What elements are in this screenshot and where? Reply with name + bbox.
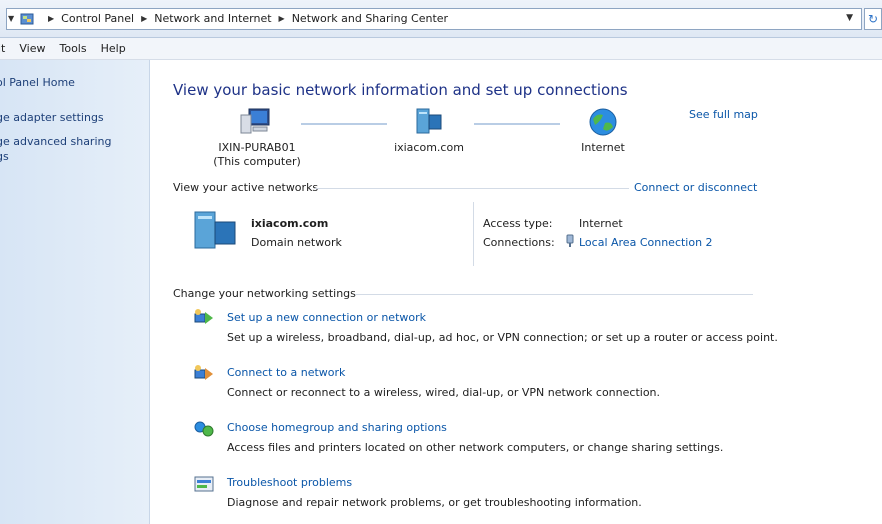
refresh-icon: ↻ bbox=[867, 12, 879, 26]
task-setup-connection-desc: Set up a wireless, broadband, dial-up, a… bbox=[227, 331, 778, 344]
computer-name: IXIN-PURAB01 bbox=[218, 141, 296, 154]
homegroup-icon bbox=[194, 421, 214, 437]
address-box[interactable]: ▼ ▶ Control Panel ▶ Network and Internet… bbox=[6, 8, 862, 30]
breadcrumb-network-sharing-center[interactable]: Network and Sharing Center bbox=[292, 12, 448, 25]
internet-globe-icon bbox=[589, 108, 617, 136]
task-connect-network-desc: Connect or reconnect to a wireless, wire… bbox=[227, 386, 661, 399]
menu-help[interactable]: Help bbox=[101, 42, 126, 55]
section-divider bbox=[473, 202, 474, 266]
domain-node[interactable]: ixiacom.com bbox=[377, 141, 481, 155]
tasks-pane: ol Panel Home ge adapter settings ge adv… bbox=[0, 60, 150, 524]
breadcrumb-separator-icon[interactable]: ▶ bbox=[279, 14, 285, 23]
menu-view[interactable]: View bbox=[19, 42, 45, 55]
change-adapter-settings-link[interactable]: ge adapter settings bbox=[0, 110, 104, 125]
troubleshoot-icon bbox=[194, 476, 214, 492]
recent-pages-dropdown-icon[interactable]: ▼ bbox=[8, 14, 14, 23]
computer-icon bbox=[240, 108, 270, 134]
access-type-label: Access type: bbox=[483, 217, 553, 230]
connections-label: Connections: bbox=[483, 236, 555, 249]
active-networks-header: View your active networks bbox=[173, 181, 319, 194]
breadcrumb-separator-icon[interactable]: ▶ bbox=[141, 14, 147, 23]
task-troubleshoot-desc: Diagnose and repair network problems, or… bbox=[227, 496, 642, 509]
address-dropdown-icon[interactable]: ▼ bbox=[846, 13, 853, 23]
see-full-map-link[interactable]: See full map bbox=[689, 108, 758, 121]
domain-network-icon bbox=[416, 108, 442, 134]
menu-bar: it View Tools Help bbox=[0, 38, 882, 60]
breadcrumb-separator-icon[interactable]: ▶ bbox=[48, 14, 54, 23]
address-bar: ▼ ▶ Control Panel ▶ Network and Internet… bbox=[0, 0, 882, 38]
local-area-connection-link[interactable]: Local Area Connection 2 bbox=[579, 236, 713, 249]
ethernet-plug-icon bbox=[566, 234, 574, 247]
task-setup-connection-link[interactable]: Set up a new connection or network bbox=[227, 311, 426, 324]
control-panel-home-link[interactable]: ol Panel Home bbox=[0, 75, 75, 90]
task-homegroup-link[interactable]: Choose homegroup and sharing options bbox=[227, 421, 447, 434]
section-divider bbox=[355, 294, 753, 295]
connect-network-icon bbox=[194, 365, 213, 380]
domain-network-icon bbox=[194, 211, 236, 249]
page-title: View your basic network information and … bbox=[173, 81, 628, 99]
access-type-value: Internet bbox=[579, 217, 623, 230]
breadcrumb-network-and-internet[interactable]: Network and Internet bbox=[154, 12, 271, 25]
task-connect-network-link[interactable]: Connect to a network bbox=[227, 366, 345, 379]
control-panel-icon bbox=[20, 13, 34, 25]
task-homegroup-desc: Access files and printers located on oth… bbox=[227, 441, 724, 454]
refresh-button[interactable]: ↻ bbox=[864, 8, 882, 30]
change-settings-header: Change your networking settings bbox=[173, 287, 356, 300]
new-connection-icon bbox=[194, 309, 213, 324]
menu-tools[interactable]: Tools bbox=[59, 42, 86, 55]
breadcrumb-control-panel[interactable]: Control Panel bbox=[61, 12, 134, 25]
breadcrumb: ▶ Control Panel ▶ Network and Internet ▶… bbox=[41, 12, 448, 25]
main-content: View your basic network information and … bbox=[151, 60, 882, 524]
menu-edit[interactable]: it bbox=[0, 42, 5, 55]
computer-node[interactable]: IXIN-PURAB01 (This computer) bbox=[211, 141, 303, 169]
active-network-type[interactable]: Domain network bbox=[251, 236, 342, 249]
connect-or-disconnect-link[interactable]: Connect or disconnect bbox=[634, 181, 757, 194]
active-network-name: ixiacom.com bbox=[251, 217, 329, 230]
internet-node[interactable]: Internet bbox=[563, 141, 643, 155]
task-troubleshoot-link[interactable]: Troubleshoot problems bbox=[227, 476, 352, 489]
connection-line bbox=[301, 123, 387, 125]
section-divider bbox=[315, 188, 629, 189]
change-advanced-sharing-link[interactable]: ge advanced sharing bbox=[0, 134, 111, 149]
change-advanced-sharing-link-cont[interactable]: gs bbox=[0, 149, 9, 164]
connection-line bbox=[474, 123, 560, 125]
computer-note: (This computer) bbox=[213, 155, 301, 168]
